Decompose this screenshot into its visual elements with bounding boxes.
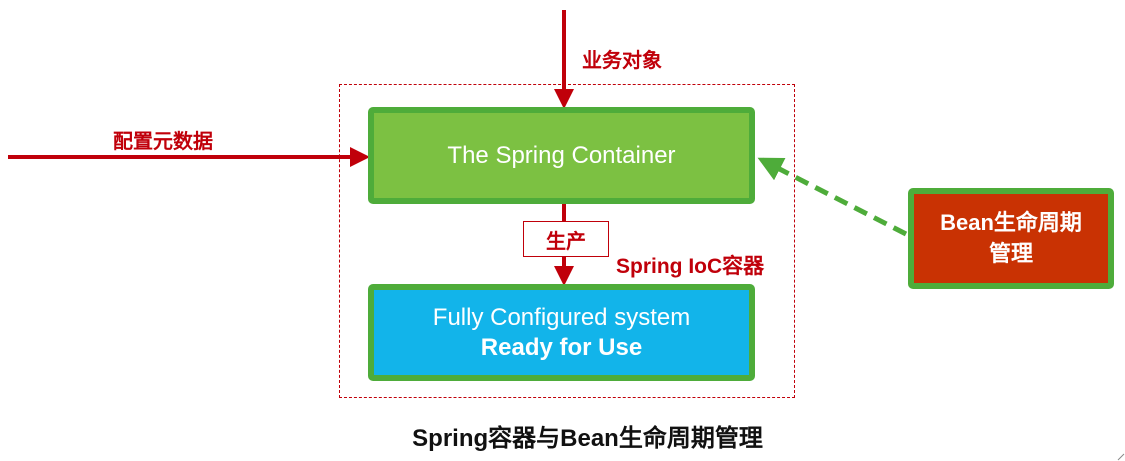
bean-lifecycle-line1: Bean生命周期 bbox=[940, 209, 1082, 235]
ioc-container-label: Spring IoC容器 bbox=[616, 255, 765, 278]
produce-tag: 生产 bbox=[523, 221, 609, 257]
business-object-label: 业务对象 bbox=[582, 50, 662, 72]
config-metadata-label: 配置元数据 bbox=[113, 131, 213, 153]
spring-container-text: The Spring Container bbox=[447, 141, 676, 169]
configured-system-line1: Fully Configured system bbox=[432, 303, 691, 331]
spring-container-box: The Spring Container bbox=[368, 107, 755, 204]
bean-lifecycle-box: Bean生命周期 管理 bbox=[908, 188, 1114, 289]
configured-system-line2: Ready for Use bbox=[480, 333, 643, 361]
diagram-caption: Spring容器与Bean生命周期管理 bbox=[412, 425, 763, 452]
resize-handle-icon bbox=[1117, 453, 1125, 461]
bean-lifecycle-line2: 管理 bbox=[988, 240, 1033, 266]
configured-system-box: Fully Configured system Ready for Use bbox=[368, 284, 755, 381]
